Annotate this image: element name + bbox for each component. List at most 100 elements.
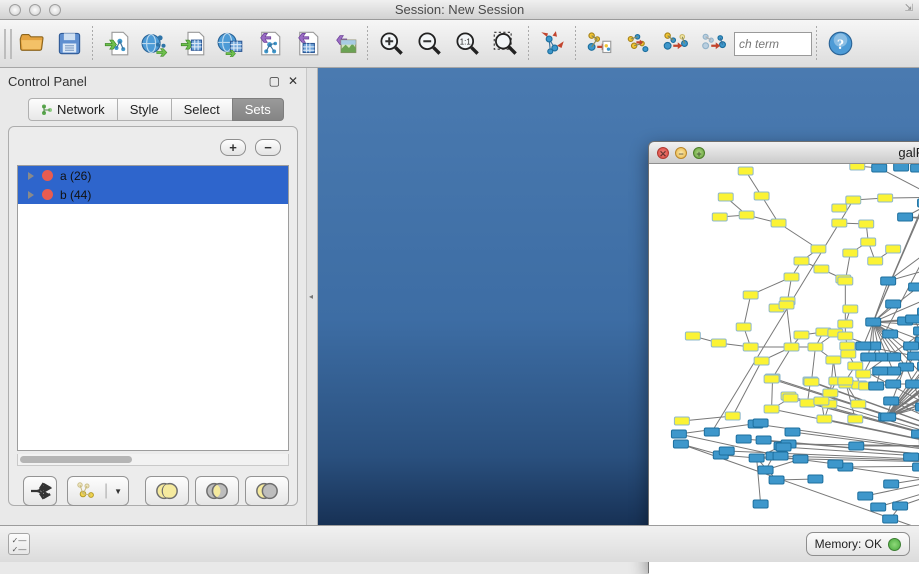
graph-edge[interactable] — [845, 467, 919, 487]
export-table-button[interactable] — [287, 25, 325, 63]
graph-node[interactable] — [754, 192, 769, 200]
graph-node[interactable] — [841, 350, 856, 358]
expander-icon[interactable] — [28, 172, 34, 180]
intersection-button[interactable] — [195, 476, 239, 506]
import-table-web-button[interactable] — [211, 25, 249, 63]
graph-node[interactable] — [881, 277, 896, 285]
graph-node[interactable] — [858, 492, 873, 500]
graph-node[interactable] — [743, 291, 758, 299]
graph-edge[interactable] — [757, 458, 761, 504]
graph-node[interactable] — [685, 332, 700, 340]
graph-node[interactable] — [851, 400, 866, 408]
difference-button[interactable] — [245, 476, 289, 506]
graph-node[interactable] — [826, 356, 841, 364]
graph-node[interactable] — [904, 342, 919, 350]
graph-node[interactable] — [753, 419, 768, 427]
graph-node[interactable] — [914, 327, 919, 335]
graph-node[interactable] — [878, 194, 893, 202]
tab-network[interactable]: Network — [28, 98, 117, 121]
graph-node[interactable] — [749, 454, 764, 462]
zoom-fit-button[interactable]: 1:1 — [448, 25, 486, 63]
graph-node[interactable] — [832, 219, 847, 227]
graph-node[interactable] — [811, 245, 826, 253]
graph-node[interactable] — [886, 245, 901, 253]
graph-node[interactable] — [884, 397, 899, 405]
group-collapse-button[interactable] — [656, 25, 694, 63]
import-network-file-button[interactable] — [97, 25, 135, 63]
union-button[interactable] — [145, 476, 189, 506]
graph-node[interactable] — [739, 211, 754, 219]
graph-node[interactable] — [843, 305, 858, 313]
graph-node[interactable] — [756, 436, 771, 444]
graph-node[interactable] — [800, 399, 815, 407]
graph-node[interactable] — [861, 238, 876, 246]
import-network-web-button[interactable] — [135, 25, 173, 63]
graph-node[interactable] — [846, 196, 861, 204]
memory-button[interactable]: Memory: OK — [806, 532, 910, 556]
graph-node[interactable] — [868, 257, 883, 265]
graph-node[interactable] — [906, 380, 919, 388]
graph-node[interactable] — [848, 415, 863, 423]
graph-node[interactable] — [743, 343, 758, 351]
graph-node[interactable] — [711, 339, 726, 347]
graph-node[interactable] — [838, 277, 853, 285]
graph-edge[interactable] — [873, 264, 919, 322]
graph-edge[interactable] — [879, 168, 919, 251]
graph-node[interactable] — [838, 377, 853, 385]
open-file-button[interactable] — [12, 25, 50, 63]
graph-node[interactable] — [908, 352, 919, 360]
graph-node[interactable] — [814, 265, 829, 273]
graph-edge[interactable] — [873, 165, 919, 322]
task-history-button[interactable]: ✓—✓— — [8, 533, 30, 555]
graph-node[interactable] — [725, 412, 740, 420]
graph-edge[interactable] — [845, 466, 919, 467]
graph-node[interactable] — [704, 428, 719, 436]
network-canvas[interactable] — [649, 164, 919, 574]
graph-node[interactable] — [912, 430, 919, 438]
graph-edge[interactable] — [787, 305, 792, 347]
graph-node[interactable] — [886, 380, 901, 388]
graph-node[interactable] — [911, 164, 919, 172]
graph-node[interactable] — [856, 370, 871, 378]
graph-node[interactable] — [776, 443, 791, 451]
graph-node[interactable] — [872, 164, 887, 172]
graph-node[interactable] — [674, 417, 689, 425]
graph-node[interactable] — [913, 463, 919, 471]
zoom-in-button[interactable] — [372, 25, 410, 63]
help-button[interactable]: ? — [821, 25, 859, 63]
graph-node[interactable] — [840, 342, 855, 350]
graph-node[interactable] — [873, 367, 888, 375]
graph-node[interactable] — [906, 315, 919, 323]
close-view-button[interactable]: ✕ — [657, 147, 669, 159]
group-expand-button[interactable] — [618, 25, 656, 63]
graph-node[interactable] — [884, 480, 899, 488]
group-remove-button[interactable] — [694, 25, 732, 63]
graph-node[interactable] — [883, 330, 898, 338]
tab-sets[interactable]: Sets — [232, 98, 284, 121]
add-set-button[interactable]: + — [220, 139, 246, 156]
float-panel-icon[interactable]: ▢ — [269, 74, 280, 88]
graph-node[interactable] — [794, 331, 809, 339]
graph-node[interactable] — [861, 353, 876, 361]
zoom-out-button[interactable] — [410, 25, 448, 63]
group-create-button[interactable] — [580, 25, 618, 63]
dropdown-arrow-icon[interactable]: ▼ — [114, 487, 122, 496]
horizontal-scrollbar[interactable] — [17, 454, 289, 466]
maximize-view-button[interactable]: + — [693, 147, 705, 159]
search-input[interactable] — [734, 32, 812, 56]
graph-node[interactable] — [779, 301, 794, 309]
panel-divider[interactable]: ◂ — [306, 68, 318, 525]
graph-node[interactable] — [881, 413, 896, 421]
graph-node[interactable] — [753, 500, 768, 508]
graph-node[interactable] — [769, 476, 784, 484]
graph-node[interactable] — [808, 343, 823, 351]
graph-node[interactable] — [785, 428, 800, 436]
graph-node[interactable] — [838, 320, 853, 328]
graph-node[interactable] — [886, 300, 901, 308]
remove-set-button[interactable]: − — [255, 139, 281, 156]
graph-node[interactable] — [673, 440, 688, 448]
graph-node[interactable] — [909, 283, 919, 291]
graph-node[interactable] — [814, 397, 829, 405]
graph-node[interactable] — [671, 430, 686, 438]
graph-node[interactable] — [838, 332, 853, 340]
